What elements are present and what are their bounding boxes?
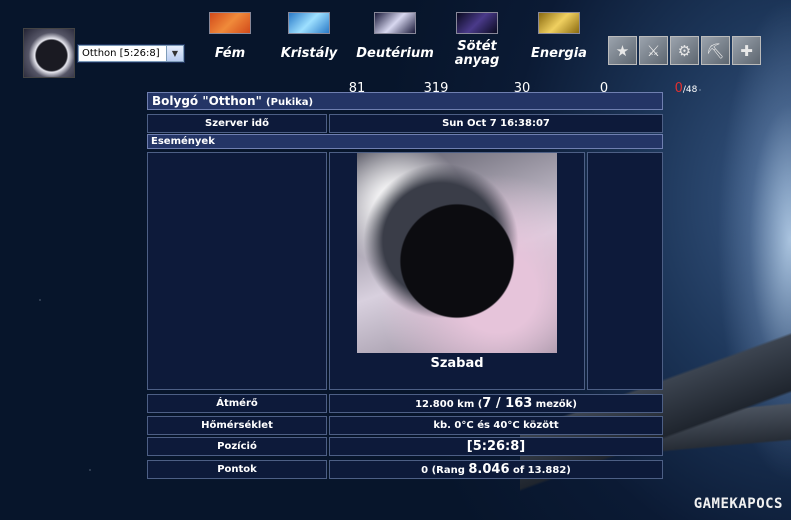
- watermark: GAMEKAPOCS: [693, 496, 783, 512]
- chevron-down-icon[interactable]: ▼: [166, 46, 183, 61]
- metal-icon[interactable]: [209, 12, 251, 34]
- planet-select-dropdown[interactable]: Otthon [5:26:8] ▼: [77, 44, 185, 63]
- server-time-label: Szerver idő: [147, 114, 327, 133]
- server-time-value: Sun Oct 7 16:38:07: [329, 114, 663, 133]
- resource-crystal: Kristály 319: [269, 12, 448, 99]
- position-label: Pozíció: [147, 437, 327, 456]
- diameter-value: 12.800 km (7 / 163 mezők): [329, 394, 663, 413]
- planet-thumbnail[interactable]: [23, 28, 75, 78]
- planet-image-panel: Szabad: [329, 152, 585, 390]
- diameter-label: Átmérő: [147, 394, 327, 413]
- points-value: 0 (Rang 8.046 of 13.882): [329, 460, 663, 479]
- energy-icon[interactable]: [538, 12, 580, 34]
- planet-status: Szabad: [430, 356, 484, 371]
- resource-name: Kristály: [280, 46, 338, 61]
- geologist-icon[interactable]: ⛏: [701, 36, 730, 65]
- resource-dark-matter: Sötét anyag 0: [437, 12, 608, 99]
- deuterium-icon[interactable]: [374, 12, 416, 34]
- resource-name: Deutérium: [356, 46, 434, 61]
- planet-name: Bolygó "Otthon": [152, 94, 262, 108]
- player-name: (Pukika): [266, 97, 314, 108]
- resource-energy: Energia 0/48: [519, 12, 697, 99]
- moon-panel: [587, 152, 663, 390]
- commander-icon[interactable]: ★: [608, 36, 637, 65]
- planet-image[interactable]: [357, 153, 557, 353]
- events-header: Események: [147, 134, 663, 149]
- resource-metal: Fém 81: [190, 12, 365, 99]
- resource-name: Fém: [214, 46, 246, 61]
- temperature-label: Hőmérséklet: [147, 416, 327, 435]
- planet-select-value: Otthon [5:26:8]: [82, 48, 160, 59]
- resource-name: Energia: [531, 46, 587, 61]
- points-label: Pontok: [147, 460, 327, 479]
- admiral-icon[interactable]: ⚔: [639, 36, 668, 65]
- planet-title: Bolygó "Otthon" (Pukika): [147, 92, 663, 110]
- crystal-icon[interactable]: [288, 12, 330, 34]
- temperature-value: kb. 0°C és 40°C között: [329, 416, 663, 435]
- technocrat-icon[interactable]: ✚: [732, 36, 761, 65]
- events-panel: [147, 152, 327, 390]
- resource-name: Sötét anyag: [454, 39, 500, 68]
- position-value[interactable]: [5:26:8]: [329, 437, 663, 456]
- resource-deuterium: Deutérium 30: [355, 12, 530, 99]
- dark-matter-icon[interactable]: [456, 12, 498, 34]
- engineer-icon[interactable]: ⚙: [670, 36, 699, 65]
